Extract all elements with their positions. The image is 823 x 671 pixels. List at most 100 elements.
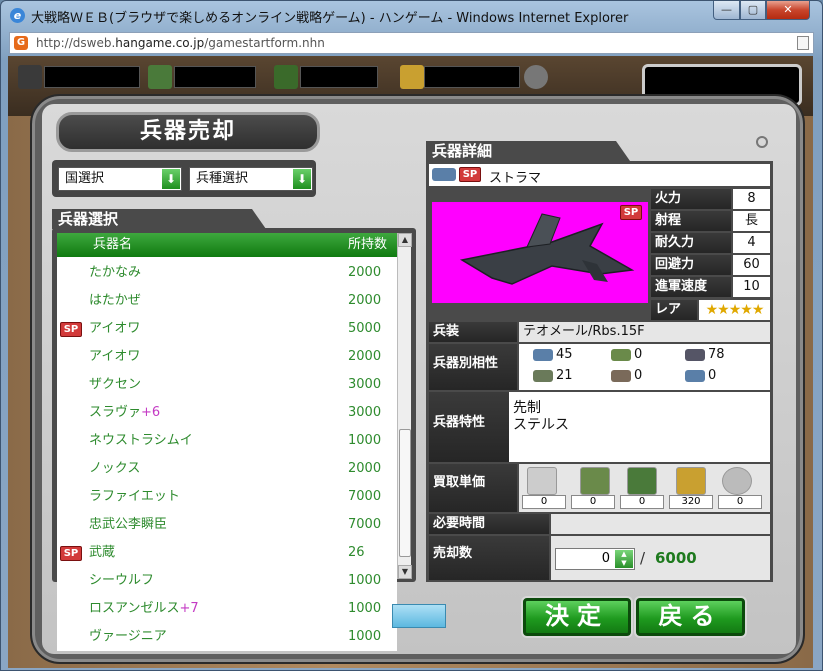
- scroll-up-icon[interactable]: ▲: [398, 233, 412, 247]
- list-item-name: ヴァージニア: [89, 623, 167, 651]
- affinity-label: 兵器別相性: [429, 344, 517, 390]
- address-bar[interactable]: G http://dsweb.hangame.co.jp/gamestartfo…: [9, 32, 814, 54]
- resource-soldier: [300, 66, 378, 88]
- sp-badge-icon: SP: [60, 322, 82, 337]
- page-icon: [797, 36, 809, 50]
- list-item-count: 2000: [348, 461, 382, 476]
- list-item-count: 7000: [348, 489, 382, 504]
- list-item-name-text: たかなみ: [89, 265, 142, 280]
- list-item[interactable]: シーウルフ 1000: [57, 567, 397, 595]
- scroll-thumb[interactable]: [399, 429, 411, 557]
- list-item-name: ラファイエット: [89, 483, 180, 511]
- list-header: 兵器名 所持数: [57, 233, 397, 257]
- sell-label: 売却数: [429, 536, 549, 580]
- list-item-count: 2000: [348, 293, 382, 308]
- sell-slash: /: [640, 549, 646, 567]
- country-select-label: 国選択: [65, 171, 105, 186]
- list-item[interactable]: 忠武公李瞬臣 7000: [57, 511, 397, 539]
- trait-item: ステルス: [513, 417, 569, 433]
- stat-value: 8: [733, 189, 770, 209]
- list-item[interactable]: ヴァージニア 1000: [57, 623, 397, 651]
- list-item-count: 1000: [348, 601, 382, 616]
- price-label: 買取単価: [429, 464, 517, 512]
- stat-value: 4: [733, 233, 770, 253]
- list-item-name-text: ヴァージニア: [89, 629, 167, 644]
- list-item[interactable]: アイオワ 2000: [57, 343, 397, 371]
- list-item[interactable]: はたかぜ 2000: [57, 287, 397, 315]
- affinity-support: 0: [634, 368, 643, 383]
- list-item-count: 3000: [348, 405, 382, 420]
- list-item-name: はたかぜ: [89, 287, 141, 315]
- back-button[interactable]: 戻る: [636, 598, 745, 636]
- submarine-icon: [685, 369, 705, 382]
- settings-icon[interactable]: [756, 136, 768, 148]
- stat-label: 回避力: [651, 255, 731, 275]
- list-item[interactable]: たかなみ 2000: [57, 259, 397, 287]
- list-item-count: 1000: [348, 433, 382, 448]
- gold-icon: [400, 65, 424, 89]
- col-count-header: 所持数: [348, 237, 388, 252]
- list-item-name-text: アイオワ: [89, 349, 141, 364]
- resource-fuel: [174, 66, 256, 88]
- list-item-name-text: シーウルフ: [89, 573, 155, 588]
- minimize-button[interactable]: —: [713, 1, 740, 20]
- country-select[interactable]: 国選択 ⬇: [58, 167, 182, 191]
- url-domain: hangame.co.jp: [115, 36, 205, 50]
- type-select[interactable]: 兵種選択 ⬇: [189, 167, 313, 191]
- affinity-box: 45 0 78 21 0 0: [519, 344, 770, 390]
- list-item[interactable]: ネウストラシムイ 1000: [57, 427, 397, 455]
- affinity-ground: 0: [634, 347, 643, 362]
- chevron-down-icon: ⬇: [293, 169, 311, 189]
- list-item[interactable]: SP 武蔵 26: [57, 539, 397, 567]
- close-button[interactable]: ✕: [766, 1, 810, 20]
- sell-max: 6000: [655, 549, 697, 567]
- address-url[interactable]: http://dsweb.hangame.co.jp/gamestartform…: [36, 36, 325, 50]
- price-fuel: 0: [571, 495, 615, 509]
- list-item-name: ネウストラシムイ: [89, 427, 193, 455]
- stat-label: 射程: [651, 211, 731, 231]
- list-item-count: 3000: [348, 377, 382, 392]
- list-item[interactable]: ノックス 2000: [57, 455, 397, 483]
- sp-badge-icon: SP: [60, 546, 82, 561]
- maximize-button[interactable]: ▢: [740, 1, 766, 20]
- list-item-count: 26: [348, 545, 365, 560]
- affinity-heli: 21: [556, 368, 573, 383]
- url-suffix: /gamestartform.nhn: [204, 36, 325, 50]
- list-item-name: アイオワ: [89, 315, 140, 343]
- weapon-list[interactable]: 兵器名 所持数 たかなみ 2000 はたかぜ 2000 SP アイオワ 5000 アイオワ 20…: [57, 233, 397, 651]
- list-item[interactable]: SP アイオワ 5000: [57, 315, 397, 343]
- trait-label: 兵器特性: [429, 392, 517, 462]
- list-item-count: 5000: [348, 321, 382, 336]
- sell-quantity-input[interactable]: 0 ▲ ▼: [555, 548, 635, 570]
- coin-icon: [722, 467, 752, 495]
- price-gold: 320: [669, 495, 713, 509]
- list-item-name-text: ラファイエット: [89, 489, 180, 504]
- steel-icon: [18, 65, 42, 89]
- list-item-name: シーウルフ: [89, 567, 154, 595]
- list-item[interactable]: ザクセン 3000: [57, 371, 397, 399]
- tank-icon: [611, 348, 631, 361]
- armament-label: 兵装: [429, 322, 517, 342]
- gold-icon: [676, 467, 706, 495]
- scroll-down-icon[interactable]: ▼: [398, 565, 412, 579]
- list-item-name: ロスアンゼルス+7: [89, 595, 199, 623]
- trait-item: 先制: [513, 400, 541, 416]
- list-item-name-text: ザクセン: [89, 377, 142, 392]
- sell-quantity-value: 0: [601, 551, 610, 566]
- stepper-icon[interactable]: ▲ ▼: [615, 550, 633, 568]
- list-item-count: 2000: [348, 349, 382, 364]
- list-item[interactable]: ロスアンゼルス+7 1000: [57, 595, 397, 623]
- list-item-count: 7000: [348, 517, 382, 532]
- list-item[interactable]: スラヴァ+6 3000: [57, 399, 397, 427]
- confirm-button[interactable]: 決定: [523, 598, 631, 636]
- stealth-jet-icon: [459, 213, 635, 285]
- list-item[interactable]: ラファイエット 7000: [57, 483, 397, 511]
- stat-value: 60: [733, 255, 770, 275]
- list-section-title: 兵器選択: [52, 209, 266, 229]
- list-item-name-text: アイオワ: [89, 321, 141, 336]
- ship-icon: [685, 348, 705, 361]
- affinity-sea: 78: [708, 347, 725, 362]
- price-steel: 0: [522, 495, 566, 509]
- list-scrollbar[interactable]: ▲ ▼: [397, 233, 412, 579]
- rare-label: レア: [651, 300, 697, 320]
